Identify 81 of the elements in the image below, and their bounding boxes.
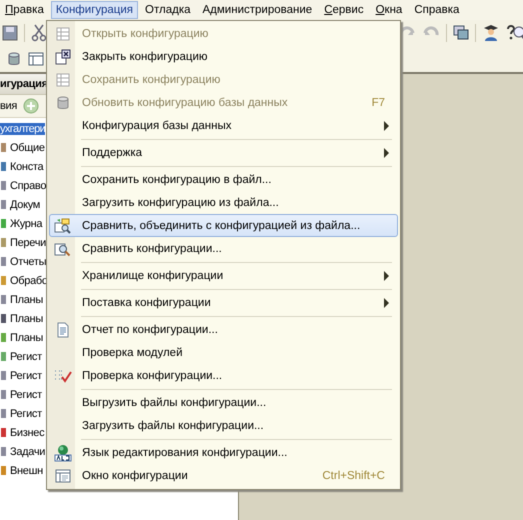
tree-node-icon — [1, 238, 6, 247]
shortcut-label: F7 — [372, 96, 385, 108]
table-icon — [55, 26, 71, 42]
tree-item[interactable]: Бизнес — [9, 426, 46, 438]
tree-item[interactable]: Докум — [9, 198, 42, 210]
menu-item[interactable]: Загрузить файлы конфигурации... — [49, 414, 398, 437]
help-search-icon[interactable] — [506, 24, 523, 42]
tree-node-icon — [1, 314, 6, 323]
menu-item[interactable]: Загрузить конфигурацию из файла... — [49, 191, 398, 214]
tree-item[interactable]: Конста — [9, 160, 44, 172]
tree-node-icon — [1, 333, 6, 342]
menu-bar-item[interactable]: Сервис — [319, 1, 369, 19]
tree-node-icon — [1, 162, 6, 171]
tree-item[interactable]: ухгалтери — [0, 122, 46, 134]
tree-item[interactable]: Перечи — [9, 236, 47, 248]
tree-item[interactable]: Общие — [9, 142, 46, 154]
tree-item[interactable]: Планы — [9, 312, 44, 324]
menu-item[interactable]: Язык редактирования конфигурации... — [49, 441, 398, 464]
table-close-icon — [55, 48, 71, 64]
menu-bar-item[interactable]: Администрирование — [198, 1, 318, 19]
menu-item[interactable]: Поддержка — [49, 141, 398, 164]
tree-node-icon — [1, 200, 6, 209]
compare-icon — [54, 218, 72, 234]
menu-item[interactable]: Закрыть конфигурацию — [49, 45, 398, 68]
menu-item[interactable]: Сравнить, объединить с конфигурацией из файла... — [49, 214, 398, 237]
tree-node-icon — [1, 257, 6, 266]
tree-item[interactable]: Журна — [9, 218, 44, 230]
window-icon — [55, 468, 71, 484]
shortcut-label: Ctrl+Shift+C — [322, 470, 385, 482]
menu-item[interactable]: Сравнить конфигурации... — [49, 237, 398, 260]
table-icon[interactable] — [28, 51, 44, 67]
tree-item[interactable]: Справо — [9, 180, 48, 192]
save-icon[interactable] — [2, 25, 18, 41]
magnifier-icon — [54, 240, 72, 256]
menu-bar-item[interactable]: Конфигурация — [50, 1, 138, 19]
menu-bar-item[interactable]: Отладка — [140, 1, 196, 19]
menu-item[interactable]: Выгрузить файлы конфигурации... — [49, 391, 398, 414]
graduate-icon[interactable] — [482, 24, 500, 42]
tree-item[interactable]: Планы — [9, 332, 44, 344]
tree-item[interactable]: Обрабо — [9, 274, 49, 286]
document-icon — [55, 322, 71, 338]
menu-bar-item[interactable]: Окна — [370, 1, 408, 19]
tree-item[interactable]: Регист — [9, 370, 43, 382]
tree-node-icon — [1, 466, 6, 475]
tree-node-icon — [1, 295, 6, 304]
tree-item[interactable]: Регист — [9, 408, 43, 420]
tree-item[interactable]: Регист — [9, 350, 43, 362]
tree-item[interactable]: Внешн — [9, 464, 44, 476]
menu-item[interactable]: Сохранить конфигурацию в файл... — [49, 168, 398, 191]
menu-bar-item[interactable]: Правка — [0, 1, 49, 19]
database-icon[interactable] — [6, 51, 22, 67]
tree-node-icon — [1, 219, 6, 228]
tree-item[interactable]: Задачи — [9, 446, 46, 458]
tree-node-icon — [1, 428, 6, 437]
menu-bar-item[interactable]: Справка — [409, 1, 464, 19]
menu-item[interactable]: Поставка конфигурации — [49, 291, 398, 314]
actions-menu[interactable]: вия — [0, 100, 18, 112]
tree-node-icon — [1, 409, 6, 418]
tree-node-icon — [1, 390, 6, 399]
windows-icon[interactable] — [453, 25, 469, 41]
table-icon — [55, 72, 71, 88]
tree-node-icon — [1, 143, 6, 152]
tree-node-icon — [1, 447, 6, 456]
tree-item[interactable]: Отчеты — [9, 256, 48, 268]
menu-item[interactable]: Окно конфигурации Ctrl+Shift+C — [49, 464, 398, 487]
scissors-icon[interactable] — [31, 24, 47, 42]
tree-node-icon — [1, 181, 6, 190]
tree-node-icon — [1, 371, 6, 380]
checklist-icon — [54, 368, 72, 384]
tree-item[interactable]: Планы — [9, 294, 44, 306]
menu-item[interactable]: Хранилище конфигурации — [49, 264, 398, 287]
menu-item[interactable]: Отчет по конфигурации... — [49, 318, 398, 341]
database-icon — [55, 94, 71, 110]
tree-item[interactable]: Регист — [9, 388, 43, 400]
menu-item[interactable]: Конфигурация базы данных — [49, 114, 398, 137]
tree-node-icon — [1, 352, 6, 361]
globe-icon — [54, 444, 72, 462]
tree-node-icon — [1, 276, 6, 285]
add-icon — [23, 98, 40, 114]
menu-item[interactable]: Проверка модулей — [49, 341, 398, 364]
menu-item[interactable]: Проверка конфигурации... — [49, 364, 398, 387]
